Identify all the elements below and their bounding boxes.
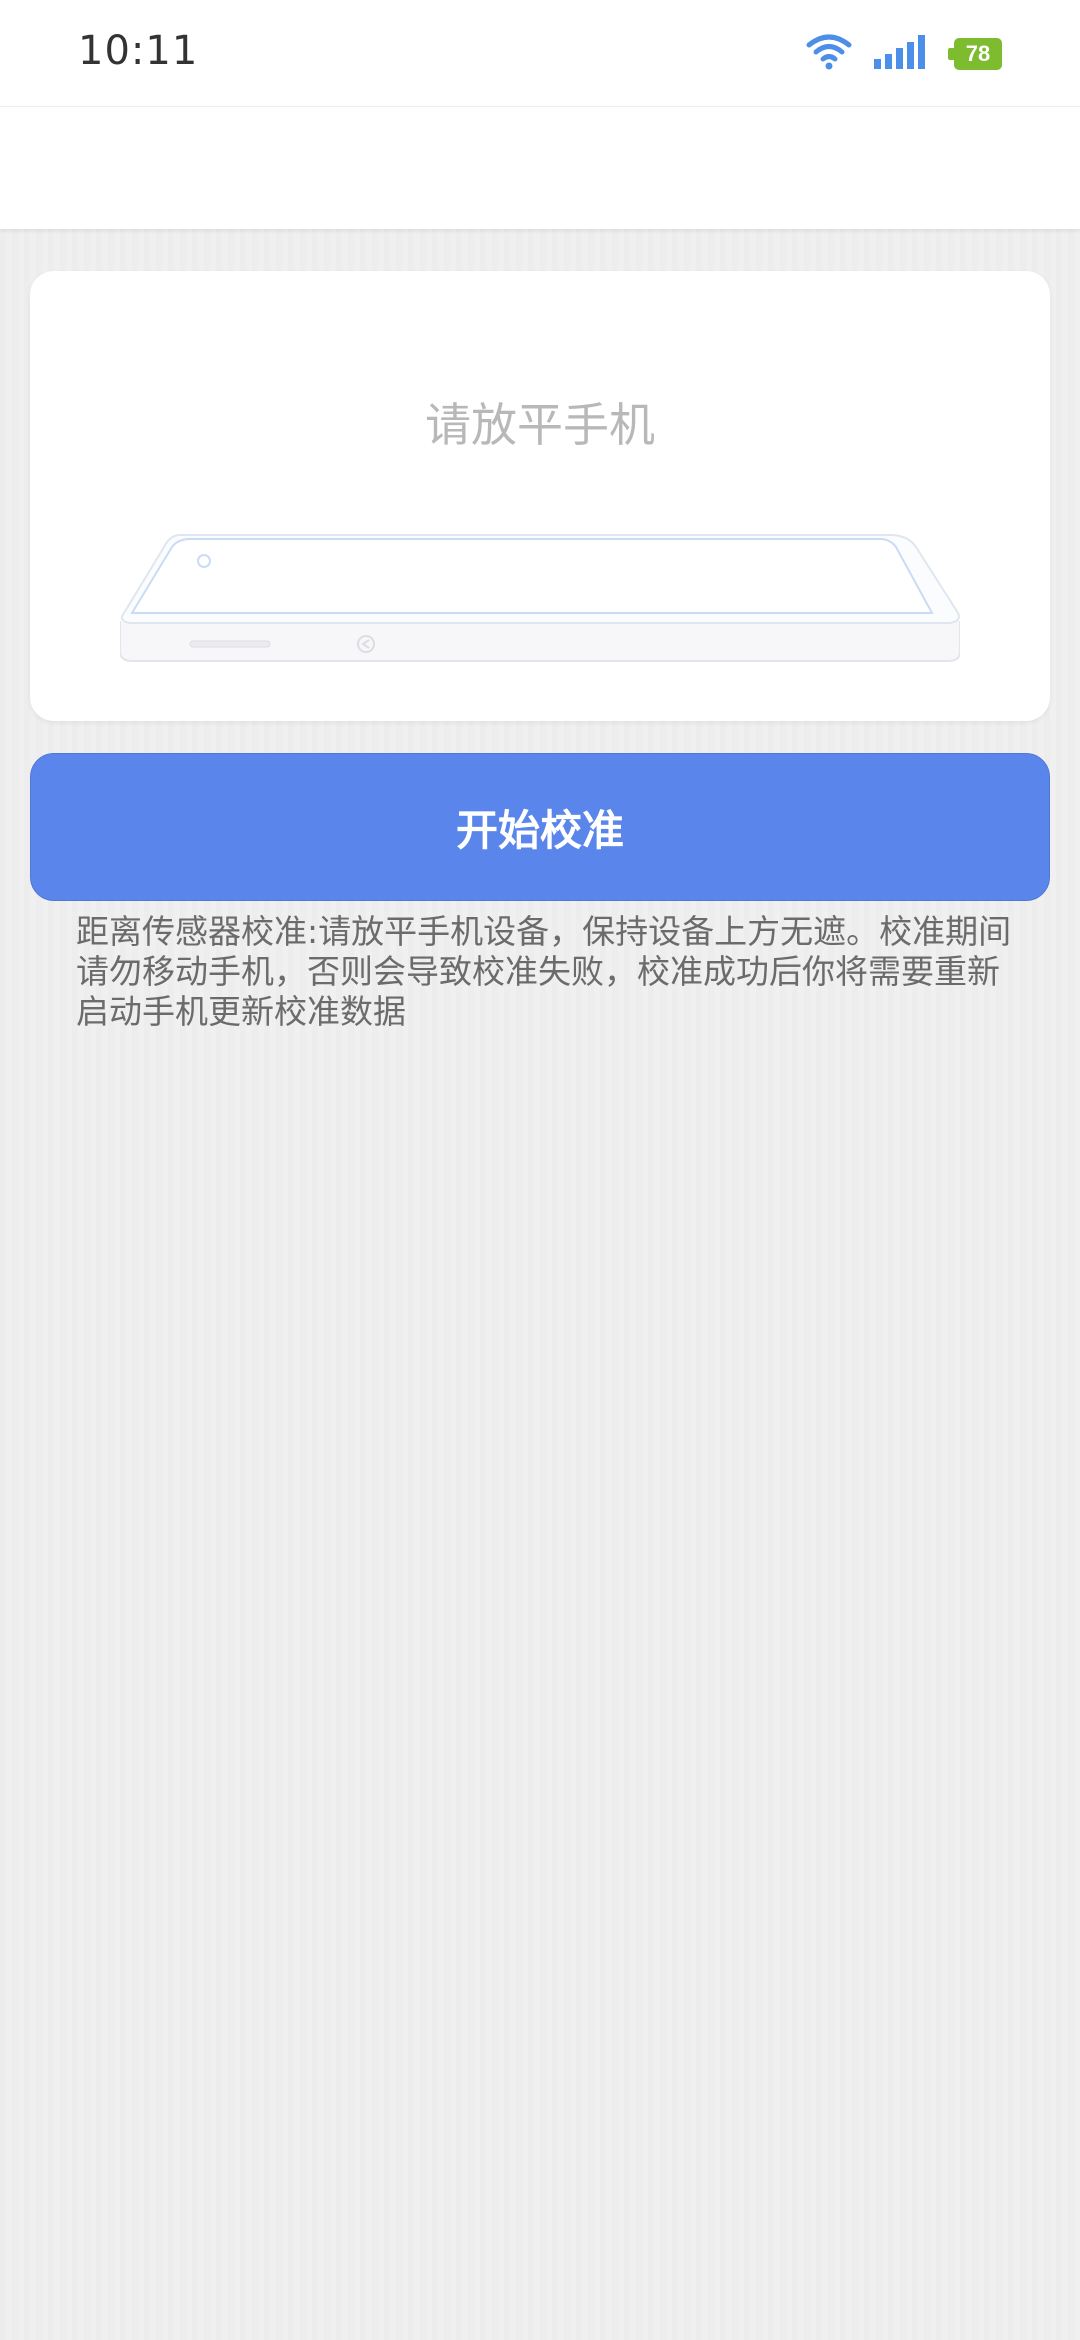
battery-icon: 78 <box>948 38 1002 70</box>
battery-level: 78 <box>965 41 991 66</box>
calibration-description: 距离传感器校准:请放平手机设备，保持设备上方无遮。校准期间请勿移动手机，否则会导… <box>76 912 1012 1031</box>
calibration-card: 请放平手机 <box>30 271 1050 721</box>
start-calibration-button[interactable]: 开始校准 <box>30 753 1050 901</box>
card-title: 请放平手机 <box>425 398 655 452</box>
signal-icon <box>874 35 926 73</box>
flat-phone-illustration <box>119 521 961 681</box>
status-time: 10:11 <box>78 28 199 74</box>
header-bar <box>0 106 1080 229</box>
status-icons: 78 <box>806 30 1002 78</box>
status-bar: 10:11 78 <box>0 0 1080 106</box>
wifi-icon <box>806 33 852 75</box>
